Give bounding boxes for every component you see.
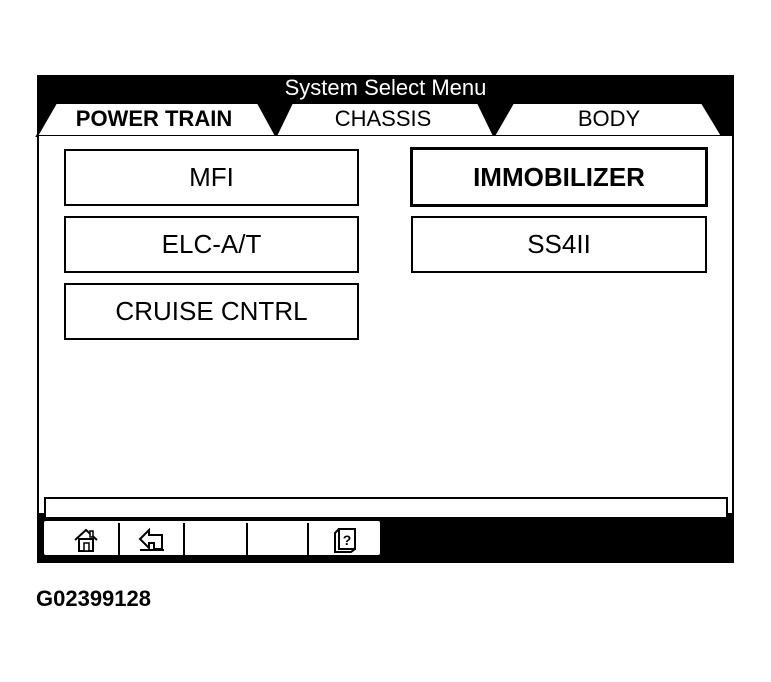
figure-id: G02399128 bbox=[36, 586, 151, 611]
help-book-icon: ? bbox=[333, 528, 356, 553]
home-button[interactable] bbox=[54, 523, 120, 557]
elc-at-button[interactable]: ELC-A/T bbox=[64, 216, 359, 273]
back-button[interactable] bbox=[120, 523, 185, 557]
function-toolbar: ? bbox=[42, 519, 382, 557]
toolbar-blank-button-2[interactable] bbox=[248, 523, 309, 557]
back-arrow-icon bbox=[138, 527, 164, 551]
help-button[interactable]: ? bbox=[309, 523, 380, 557]
home-icon bbox=[74, 528, 98, 552]
cruise-control-button[interactable]: CRUISE CNTRL bbox=[64, 283, 359, 340]
tab-body[interactable]: BODY bbox=[515, 104, 703, 134]
toolbar-blank-button-1[interactable] bbox=[185, 523, 248, 557]
ss4ii-button[interactable]: SS4II bbox=[411, 216, 707, 273]
immobilizer-button[interactable]: IMMOBILIZER bbox=[410, 147, 708, 207]
mfi-button[interactable]: MFI bbox=[64, 149, 359, 206]
tab-power-train[interactable]: POWER TRAIN bbox=[56, 104, 252, 134]
tab-chassis[interactable]: CHASSIS bbox=[290, 104, 476, 134]
svg-text:?: ? bbox=[342, 532, 351, 548]
status-bar bbox=[44, 497, 728, 517]
